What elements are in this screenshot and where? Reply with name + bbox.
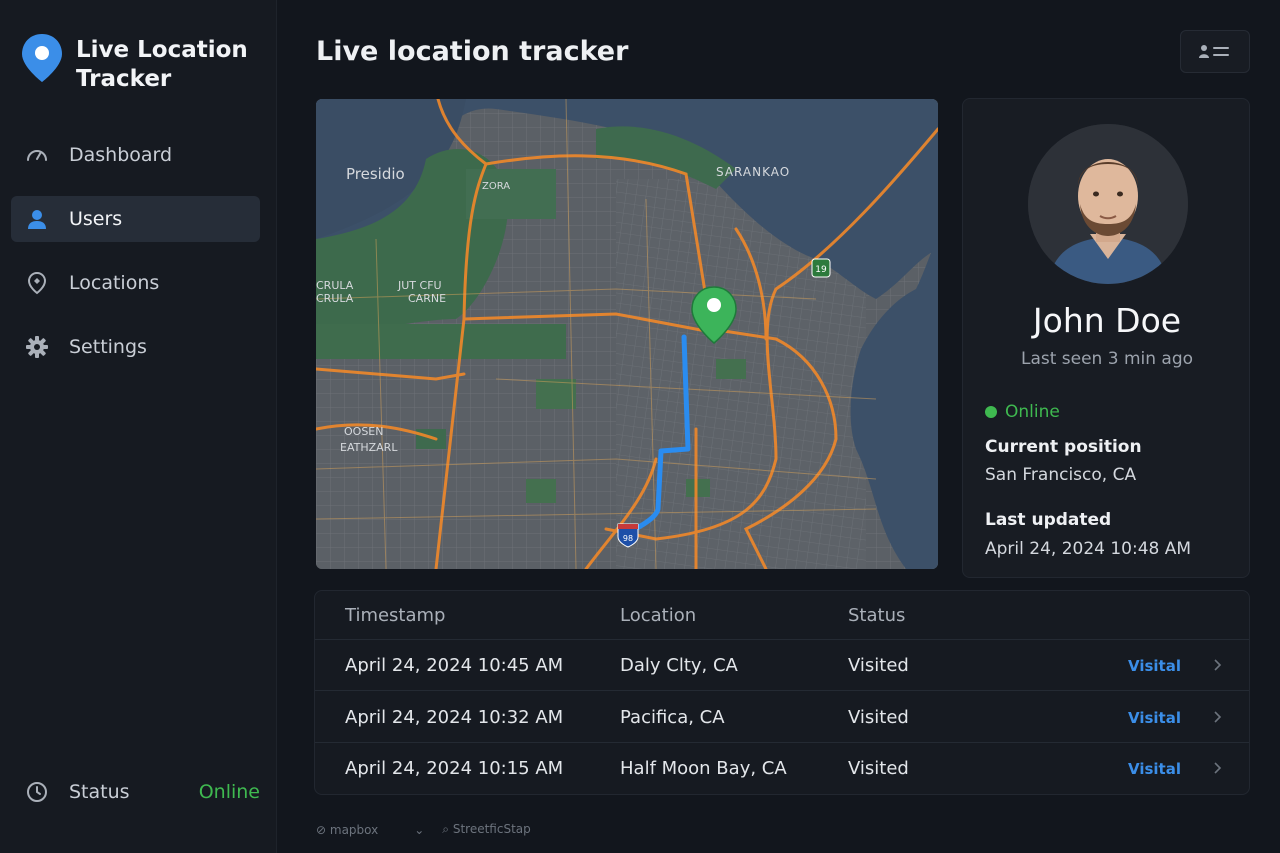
row-location: Pacifica, CA	[620, 707, 725, 728]
map-label-jut: JUT CFU	[397, 279, 442, 292]
map-view[interactable]: 19 98 Presidio SARANKA⁠O ZORA JUT CFU CA…	[316, 99, 938, 569]
map-label-saranka: SARANKA⁠O	[716, 165, 790, 179]
table-row[interactable]: April 24, 2024 10:32 AM Pacifica, CA Vis…	[315, 692, 1249, 743]
street-attribution[interactable]: ⌕ StreetficStap	[442, 822, 548, 837]
column-header-timestamp[interactable]: Timestamp	[345, 605, 445, 626]
sidebar-item-dashboard[interactable]: Dashboard	[11, 132, 260, 178]
sidebar-nav: Dashboard Users Locations Settings	[11, 132, 260, 388]
gear-icon	[25, 335, 49, 359]
sidebar-item-label: Users	[69, 208, 123, 230]
column-header-status[interactable]: Status	[848, 605, 905, 626]
table-row[interactable]: April 24, 2024 10:45 AM Daly Clty, CA Vi…	[315, 640, 1249, 691]
sidebar-item-label: Settings	[69, 336, 147, 358]
map-label-crula: CRULA	[316, 279, 354, 292]
svg-text:98: 98	[623, 534, 633, 543]
row-link[interactable]: Visital	[1128, 760, 1181, 778]
last-seen: Last seen 3 min ago	[1020, 349, 1194, 369]
sidebar-item-locations[interactable]: Locations	[11, 260, 260, 306]
online-status: Online	[985, 402, 1060, 422]
app-title: Live Location Tracker	[76, 37, 248, 92]
row-status: Visited	[848, 707, 909, 728]
map-label-zora: ZORA	[482, 181, 510, 192]
online-status-label: Online	[1005, 402, 1060, 422]
location-pin-logo-icon	[22, 34, 62, 82]
row-link[interactable]: Visital	[1128, 657, 1181, 675]
sidebar-item-settings[interactable]: Settings	[11, 324, 260, 370]
map-label-eathzarl: EATHZARL	[340, 441, 398, 454]
user-name: John Doe	[1032, 301, 1182, 340]
user-list-icon	[1199, 44, 1229, 58]
chevron-right-icon[interactable]	[1212, 656, 1224, 674]
row-timestamp: April 24, 2024 10:32 AM	[345, 707, 564, 728]
chevron-right-icon[interactable]	[1212, 708, 1224, 726]
row-status: Visited	[848, 655, 909, 676]
status-value: Online	[198, 781, 260, 803]
row-location: Daly Clty, CA	[620, 655, 738, 676]
location-history-table: Timestamp Location Status April 24, 2024…	[314, 590, 1250, 795]
attribution-separator: ⌄	[414, 822, 425, 837]
map-canvas[interactable]: 19 98 Presidio SARANKA⁠O ZORA JUT CFU CA…	[316, 99, 938, 569]
sidebar-item-users[interactable]: Users	[11, 196, 260, 242]
last-updated-label: Last updated	[985, 510, 1112, 530]
avatar[interactable]	[1028, 124, 1188, 284]
online-dot-icon	[985, 406, 997, 418]
clock-icon	[25, 780, 49, 804]
location-pin-icon	[25, 271, 49, 295]
gauge-icon	[25, 143, 49, 167]
table-row[interactable]: April 24, 2024 10:15 AM Half Moon Bay, C…	[315, 743, 1249, 794]
row-timestamp: April 24, 2024 10:45 AM	[345, 655, 564, 676]
svg-text:19: 19	[815, 265, 827, 275]
map-label-presidio: Presidio	[346, 165, 405, 183]
row-timestamp: April 24, 2024 10:15 AM	[345, 758, 564, 779]
user-icon	[25, 207, 49, 231]
row-link[interactable]: Visital	[1128, 709, 1181, 727]
sidebar-item-label: Dashboard	[69, 144, 173, 166]
status-label: Status	[69, 781, 130, 803]
brand[interactable]: Live Location Tracker	[20, 32, 256, 94]
user-list-button[interactable]	[1180, 30, 1250, 73]
map-attribution: ⊘ mapbox ⌄ ⌕ StreetficStap	[316, 822, 567, 837]
street-label: StreetficStap	[452, 822, 531, 836]
mapbox-attribution[interactable]: ⊘ mapbox	[316, 823, 396, 837]
row-status: Visited	[848, 758, 909, 779]
map-label-carne: CARNE	[408, 292, 446, 305]
highway-19-shield-icon: 19	[811, 258, 831, 278]
current-position-value: San Francisco, CA	[985, 465, 1137, 485]
current-position-label: Current position	[985, 437, 1142, 457]
table-header: Timestamp Location Status	[315, 591, 1249, 640]
mapbox-label: mapbox	[329, 822, 379, 837]
sidebar-status: Status Online	[25, 780, 260, 804]
sidebar: Live Location Tracker Dashboard Users Lo…	[0, 0, 277, 853]
map-label-crula-2: CRULA	[316, 292, 354, 305]
column-header-location[interactable]: Location	[620, 605, 696, 626]
map-label-oosen: OOSEN	[344, 425, 383, 438]
user-profile-card: John Doe Last seen 3 min ago Online Curr…	[962, 98, 1250, 578]
last-updated-value: April 24, 2024 10:48 AM	[985, 539, 1192, 559]
chevron-right-icon[interactable]	[1212, 759, 1224, 777]
row-location: Half Moon Bay, CA	[620, 758, 787, 779]
sidebar-item-label: Locations	[69, 272, 160, 294]
page-title: Live location tracker	[316, 36, 629, 67]
